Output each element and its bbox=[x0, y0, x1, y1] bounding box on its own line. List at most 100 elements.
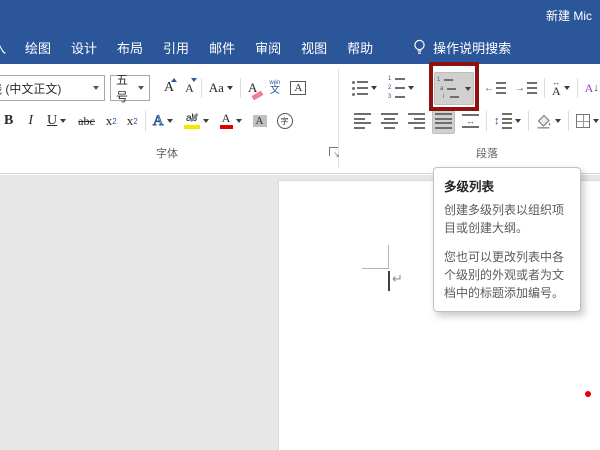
paragraph-group-label: 段落 bbox=[457, 145, 517, 161]
ribbon-tab-row: 绘图 设计 布局 引用 邮件 审阅 视图 帮助 操作说明搜索 bbox=[25, 38, 511, 57]
tab-insert-clipped[interactable]: 入 bbox=[0, 38, 6, 57]
font-row-1: 等线 (中文正文) 五号 A A Aa A bbox=[0, 74, 308, 102]
italic-icon: I bbox=[28, 113, 33, 129]
tab-help[interactable]: 帮助 bbox=[347, 38, 373, 57]
lightbulb-icon bbox=[413, 39, 426, 56]
shading-button[interactable] bbox=[534, 109, 563, 134]
decrease-indent-button[interactable]: ← bbox=[482, 76, 508, 101]
indent-lines bbox=[496, 82, 506, 94]
character-shading-icon: A bbox=[253, 115, 267, 127]
divider bbox=[145, 111, 146, 131]
enclose-characters-button[interactable]: 字 bbox=[275, 109, 295, 134]
justify-button[interactable] bbox=[432, 109, 455, 134]
red-dot-indicator bbox=[585, 391, 591, 397]
subscript-digit: 2 bbox=[112, 117, 116, 126]
font-size-combobox[interactable]: 五号 bbox=[110, 75, 150, 101]
tooltip-paragraph-gap bbox=[444, 237, 570, 248]
chevron-down-icon bbox=[555, 119, 561, 123]
numbering-button[interactable]: 1 2 3 bbox=[386, 76, 416, 101]
superscript-digit: 2 bbox=[133, 117, 137, 126]
subscript-button[interactable]: x2 bbox=[104, 109, 119, 134]
font-color-button[interactable]: A bbox=[218, 109, 244, 134]
phonetic-guide-button[interactable]: wén 文 bbox=[267, 76, 282, 101]
tab-mailings[interactable]: 邮件 bbox=[209, 38, 235, 57]
tab-view[interactable]: 视图 bbox=[301, 38, 327, 57]
title-bar: 新建 Mic 入 绘图 设计 布局 引用 邮件 审阅 视图 帮助 操作说明搜索 bbox=[0, 0, 600, 64]
character-shading-button[interactable]: A bbox=[251, 109, 269, 134]
caret-up-icon bbox=[171, 78, 177, 82]
change-case-button[interactable]: Aa bbox=[207, 76, 235, 101]
font-dialog-launcher[interactable]: ↘ bbox=[329, 147, 338, 156]
bold-button[interactable]: B bbox=[2, 109, 15, 134]
sort-button[interactable]: A ↓ bbox=[583, 76, 600, 101]
asian-layout-button[interactable]: ↔ A bbox=[550, 76, 572, 101]
grow-font-button[interactable]: A bbox=[162, 76, 176, 101]
align-left-button[interactable] bbox=[352, 109, 373, 134]
align-left-icon bbox=[354, 113, 371, 129]
tell-me-label: 操作说明搜索 bbox=[433, 38, 511, 57]
chevron-down-icon bbox=[515, 119, 521, 123]
chevron-down-icon bbox=[408, 86, 414, 90]
underline-button[interactable]: U bbox=[45, 109, 68, 134]
tab-draw[interactable]: 绘图 bbox=[25, 38, 51, 57]
text-cursor bbox=[388, 271, 390, 291]
bold-icon: B bbox=[4, 113, 13, 129]
divider bbox=[528, 111, 529, 131]
chevron-down-icon bbox=[138, 86, 144, 90]
align-center-icon bbox=[381, 113, 398, 129]
chevron-down-icon bbox=[60, 119, 66, 123]
ribbon: 等线 (中文正文) 五号 A A Aa A bbox=[0, 64, 600, 174]
font-color-icon: A bbox=[220, 113, 233, 129]
character-border-icon: A bbox=[290, 81, 306, 95]
chevron-down-icon bbox=[593, 119, 599, 123]
tab-review[interactable]: 审阅 bbox=[255, 38, 281, 57]
margin-crop-mark-horizontal bbox=[362, 268, 389, 269]
red-annotation-box bbox=[429, 62, 479, 111]
text-effects-button[interactable]: A bbox=[151, 109, 175, 134]
increase-indent-button[interactable]: → bbox=[513, 76, 539, 101]
divider bbox=[486, 111, 487, 131]
underline-icon: U bbox=[47, 113, 57, 129]
shrink-font-button[interactable]: A bbox=[183, 76, 196, 101]
tooltip-text-line: 目或创建大纲。 bbox=[444, 219, 570, 237]
align-center-button[interactable] bbox=[379, 109, 400, 134]
tooltip-text-line: 您也可以更改列表中各 bbox=[444, 248, 570, 266]
bullets-button[interactable] bbox=[350, 76, 379, 101]
font-size-value: 五号 bbox=[116, 71, 134, 105]
distribute-icon: ↔ bbox=[462, 114, 479, 128]
highlight-color-bar bbox=[184, 125, 200, 129]
phonetic-icon: 文 bbox=[270, 86, 280, 96]
line-spacing-lines bbox=[502, 113, 512, 129]
text-highlight-button[interactable]: ab bbox=[182, 109, 211, 134]
chevron-down-icon bbox=[371, 86, 377, 90]
strikethrough-icon: abc bbox=[78, 114, 95, 129]
chevron-down-icon bbox=[564, 86, 570, 90]
chevron-down-icon bbox=[236, 119, 242, 123]
italic-button[interactable]: I bbox=[26, 109, 35, 134]
tooltip-title: 多级列表 bbox=[444, 176, 570, 195]
font-name-value: 等线 (中文正文) bbox=[0, 80, 61, 97]
tab-design[interactable]: 设计 bbox=[71, 38, 97, 57]
tooltip-text-line: 个级别的外观或者为文 bbox=[444, 266, 570, 284]
sort-arrow-icon: ↓ bbox=[593, 82, 599, 94]
strikethrough-button[interactable]: abc bbox=[76, 109, 97, 134]
indent-lines bbox=[527, 82, 537, 94]
line-spacing-arrow-icon: ↕ bbox=[494, 115, 500, 127]
clear-formatting-button[interactable]: A bbox=[246, 76, 259, 101]
character-border-button[interactable]: A bbox=[288, 76, 308, 101]
superscript-button[interactable]: x2 bbox=[125, 109, 140, 134]
paragraph-row-1: 1 2 3 bbox=[350, 74, 416, 102]
asian-layout-icon: ↔ A bbox=[552, 80, 561, 97]
grow-font-icon: A bbox=[164, 80, 174, 96]
tab-layout[interactable]: 布局 bbox=[117, 38, 143, 57]
tab-references[interactable]: 引用 bbox=[163, 38, 189, 57]
distribute-button[interactable]: ↔ bbox=[460, 109, 481, 134]
multilevel-list-tooltip: 多级列表 创建多级列表以组织项 目或创建大纲。 您也可以更改列表中各 个级别的外… bbox=[433, 167, 581, 312]
text-effects-icon: A bbox=[153, 113, 164, 130]
align-right-button[interactable] bbox=[406, 109, 427, 134]
font-name-combobox[interactable]: 等线 (中文正文) bbox=[0, 75, 105, 101]
borders-button[interactable] bbox=[574, 109, 600, 134]
tell-me-search[interactable]: 操作说明搜索 bbox=[413, 38, 511, 57]
font-group-label: 字体 bbox=[137, 145, 197, 161]
line-spacing-button[interactable]: ↕ bbox=[492, 109, 523, 134]
